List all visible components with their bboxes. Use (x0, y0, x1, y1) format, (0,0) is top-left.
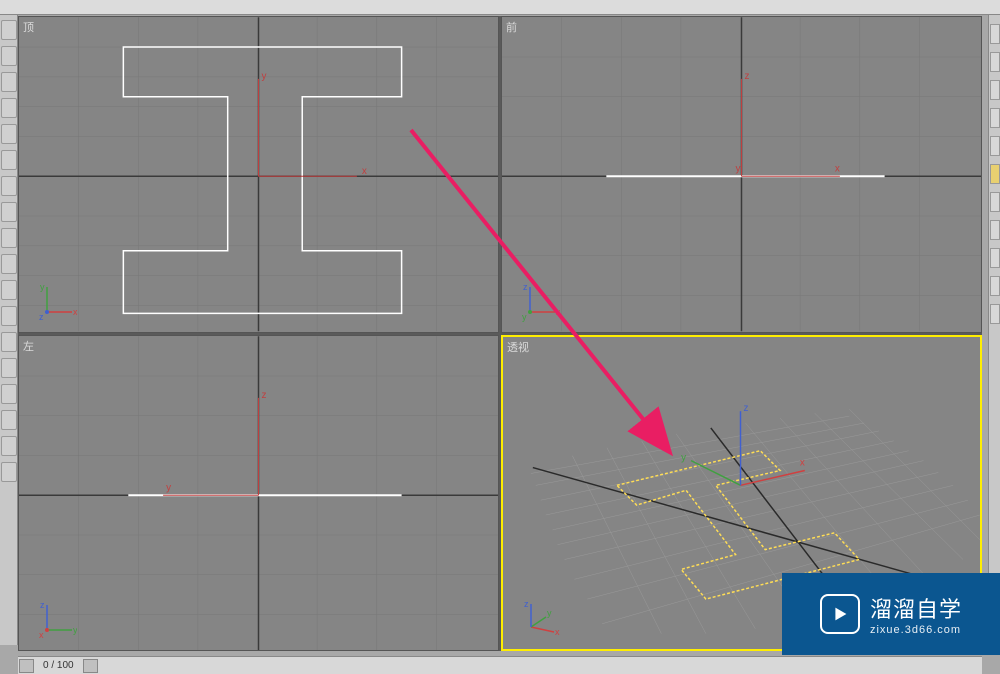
tool-icon[interactable] (1, 384, 17, 404)
tool-icon[interactable] (1, 332, 17, 352)
svg-text:x: x (362, 166, 367, 177)
tool-icon[interactable] (1, 254, 17, 274)
panel-button[interactable] (990, 276, 1000, 296)
panel-button[interactable] (990, 192, 1000, 212)
right-command-panel (988, 15, 1000, 655)
svg-text:x: x (800, 457, 805, 468)
svg-text:z: z (744, 71, 749, 82)
tool-icon[interactable] (1, 358, 17, 378)
tool-icon[interactable] (1, 150, 17, 170)
svg-text:y: y (547, 608, 552, 618)
axis-gizmo-icon: x y z (521, 599, 561, 639)
panel-button[interactable] (990, 80, 1000, 100)
svg-text:z: z (743, 403, 748, 414)
viewport-label: 顶 (23, 19, 34, 35)
viewport-front[interactable]: 前 x z y x (501, 16, 982, 333)
panel-button[interactable] (990, 136, 1000, 156)
frame-counter: 0 / 100 (35, 660, 82, 671)
timeline-bar[interactable]: 0 / 100 (18, 656, 982, 674)
svg-text:y: y (166, 482, 171, 493)
watermark-logo: 溜溜自学 zixue.3d66.com (782, 573, 1000, 655)
tool-icon[interactable] (1, 72, 17, 92)
scroll-right-icon[interactable] (83, 659, 98, 673)
svg-text:y: y (736, 163, 741, 174)
tool-icon[interactable] (1, 20, 17, 40)
viewport-label: 透视 (507, 339, 529, 355)
panel-button[interactable] (990, 52, 1000, 72)
tool-icon[interactable] (1, 410, 17, 430)
tool-icon[interactable] (1, 436, 17, 456)
watermark-title: 溜溜自学 (870, 592, 962, 624)
svg-text:x: x (39, 630, 44, 640)
panel-button[interactable] (990, 220, 1000, 240)
svg-text:z: z (524, 599, 529, 609)
tool-icon[interactable] (1, 176, 17, 196)
svg-text:x: x (73, 307, 77, 317)
svg-text:y: y (522, 312, 527, 322)
watermark-url: zixue.3d66.com (870, 624, 961, 636)
svg-text:y: y (261, 71, 266, 82)
tool-icon[interactable] (1, 280, 17, 300)
tool-icon[interactable] (1, 124, 17, 144)
svg-text:z: z (523, 282, 528, 292)
svg-text:y: y (40, 282, 45, 292)
tool-icon[interactable] (1, 306, 17, 326)
tool-icon[interactable] (1, 98, 17, 118)
panel-color-swatch[interactable] (990, 164, 1000, 184)
tool-icon[interactable] (1, 228, 17, 248)
axis-gizmo-icon: y z x (37, 600, 77, 640)
top-toolbar[interactable] (0, 0, 1000, 15)
svg-text:x: x (556, 307, 560, 317)
play-icon (820, 594, 860, 634)
panel-button[interactable] (990, 304, 1000, 324)
scroll-left-icon[interactable] (19, 659, 34, 673)
svg-text:x: x (835, 163, 840, 174)
svg-text:x: x (555, 627, 560, 637)
svg-text:y: y (681, 452, 686, 463)
tool-icon[interactable] (1, 202, 17, 222)
svg-text:z: z (261, 389, 266, 400)
tool-icon[interactable] (1, 46, 17, 66)
svg-text:y: y (73, 625, 77, 635)
viewport-top[interactable]: 顶 x y x (18, 16, 499, 333)
left-sidebar-toolbar (0, 15, 18, 645)
svg-text:z: z (39, 312, 44, 322)
panel-button[interactable] (990, 24, 1000, 44)
axis-gizmo-icon: x y z (37, 282, 77, 322)
viewport-container: 顶 x y x (18, 16, 982, 651)
tool-icon[interactable] (1, 462, 17, 482)
svg-text:z: z (40, 600, 45, 610)
panel-button[interactable] (990, 108, 1000, 128)
panel-button[interactable] (990, 248, 1000, 268)
viewport-label: 左 (23, 338, 34, 354)
viewport-label: 前 (506, 19, 517, 35)
axis-gizmo-icon: x z y (520, 282, 560, 322)
viewport-left[interactable]: 左 y z y z (18, 335, 499, 652)
